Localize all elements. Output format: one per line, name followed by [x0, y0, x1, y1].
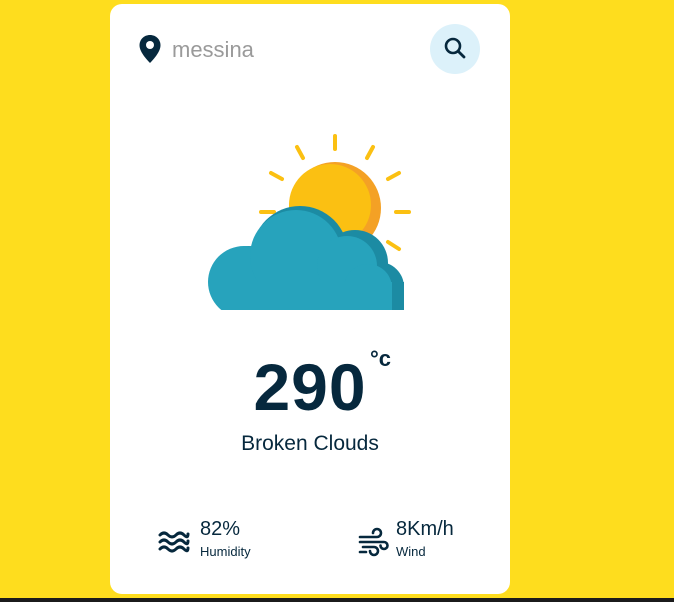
wind-label: Wind — [396, 544, 426, 559]
humidity-label: Humidity — [200, 544, 251, 559]
temperature-unit: °c — [370, 346, 392, 371]
wind-value: 8Km/h — [396, 518, 454, 540]
humidity-stat: 82% Humidity — [158, 516, 308, 566]
city-search-input[interactable] — [172, 32, 412, 68]
wind-icon — [358, 526, 390, 558]
sun-behind-cloud-icon — [206, 132, 412, 318]
wind-stat: 8Km/h Wind — [358, 516, 508, 566]
waves-icon — [158, 526, 190, 558]
search-button[interactable] — [430, 24, 480, 74]
weather-card: 290 °c Broken Clouds 82% Humidity — [110, 4, 510, 594]
search-bar — [110, 4, 510, 94]
humidity-value: 82% — [200, 518, 241, 540]
magnifier-icon — [443, 36, 467, 63]
map-pin-icon — [138, 34, 162, 64]
temperature-value: 290 — [253, 350, 367, 424]
page-bottom-border — [0, 598, 674, 602]
weather-description: Broken Clouds — [241, 432, 379, 455]
temperature: 290 — [110, 352, 510, 422]
